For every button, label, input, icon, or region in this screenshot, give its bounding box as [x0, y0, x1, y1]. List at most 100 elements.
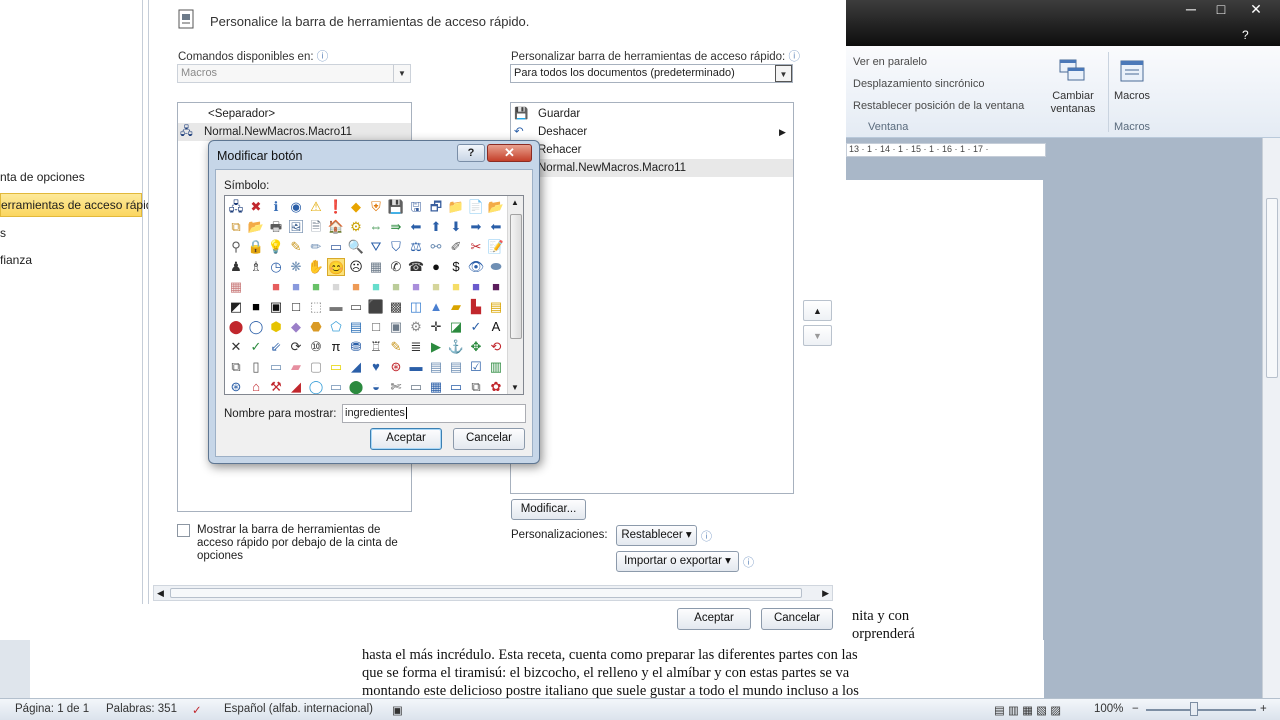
symbol-cell[interactable]: ⚒: [267, 378, 285, 394]
reset-window-position-button[interactable]: Restablecer posición de la ventana: [853, 100, 1024, 112]
symbol-cell[interactable]: π: [327, 338, 345, 356]
language-indicator[interactable]: Español (alfab. internacional): [224, 703, 373, 715]
symbol-cell[interactable]: ▭: [327, 358, 345, 376]
zoom-out-icon[interactable]: −: [1132, 703, 1139, 715]
symbol-cell[interactable]: 💾: [387, 198, 405, 216]
horizontal-scrollbar[interactable]: ◀ ▶: [153, 585, 833, 601]
symbol-cell[interactable]: ⛛: [367, 238, 385, 256]
symbol-cell[interactable]: ☑: [467, 358, 485, 376]
symbol-cell[interactable]: ✏: [307, 238, 325, 256]
symbol-cell[interactable]: ◯: [307, 378, 325, 394]
symbol-cell[interactable]: ⇔: [367, 218, 385, 236]
close-icon[interactable]: ✕: [487, 144, 532, 162]
symbol-grid-scrollbar[interactable]: ▲ ▼: [507, 196, 523, 394]
word-count[interactable]: Palabras: 351: [106, 703, 177, 715]
symbol-cell[interactable]: ⇙: [267, 338, 285, 356]
symbol-cell[interactable]: □: [287, 298, 305, 316]
move-up-button[interactable]: ▲: [803, 300, 832, 321]
symbol-cell[interactable]: ■: [307, 278, 325, 296]
macros-button[interactable]: Macros: [1114, 90, 1150, 102]
symbol-cell[interactable]: ⛃: [347, 338, 365, 356]
symbol-cell[interactable]: ⌂: [247, 378, 265, 394]
symbol-cell[interactable]: ⛨: [367, 198, 385, 216]
zoom-slider[interactable]: [1146, 709, 1256, 711]
symbol-cell[interactable]: ■: [347, 278, 365, 296]
symbol-cell[interactable]: ■: [367, 278, 385, 296]
options-cancel-button[interactable]: Cancelar: [761, 608, 833, 630]
symbol-cell[interactable]: $: [447, 258, 465, 276]
zoom-level[interactable]: 100%: [1094, 703, 1123, 715]
symbol-cell[interactable]: 👁: [467, 258, 485, 276]
symbol-cell[interactable]: ⚠: [307, 198, 325, 216]
symbol-cell[interactable]: ✖: [247, 198, 265, 216]
symbol-cell[interactable]: ▤: [447, 358, 465, 376]
symbol-cell[interactable]: 📂: [247, 218, 265, 236]
symbol-cell[interactable]: ◆: [347, 198, 365, 216]
symbol-cell[interactable]: ♟: [227, 258, 245, 276]
symbol-cell[interactable]: A: [487, 318, 505, 336]
symbol-cell[interactable]: ✿: [487, 378, 505, 394]
symbol-cell[interactable]: □: [247, 278, 265, 296]
symbol-cell[interactable]: ⚙: [347, 218, 365, 236]
symbol-cell[interactable]: ☹: [347, 258, 365, 276]
symbol-cell[interactable]: ▣: [387, 318, 405, 336]
symbol-cell[interactable]: ▭: [267, 358, 285, 376]
symbol-cell[interactable]: ⟳: [287, 338, 305, 356]
symbol-cell[interactable]: ▣: [267, 298, 285, 316]
symbol-cell[interactable]: ⧉: [467, 378, 485, 394]
symbol-cell[interactable]: ▭: [407, 378, 425, 394]
symbol-cell[interactable]: ◯: [247, 318, 265, 336]
symbol-cell[interactable]: 📄: [467, 198, 485, 216]
symbol-cell[interactable]: 💡: [267, 238, 285, 256]
symbol-cell[interactable]: ❋: [287, 258, 305, 276]
symbol-cell[interactable]: ▭: [447, 378, 465, 394]
symbol-cell[interactable]: ▤: [487, 298, 505, 316]
symbol-cell[interactable]: ◷: [267, 258, 285, 276]
symbol-cell[interactable]: ✓: [467, 318, 485, 336]
symbol-cell[interactable]: ⧉: [227, 218, 245, 236]
symbol-cell[interactable]: ▦: [367, 258, 385, 276]
reset-button[interactable]: Restablecer ▾: [616, 525, 697, 546]
symbol-cell[interactable]: ■: [407, 278, 425, 296]
symbol-grid[interactable]: 🖧 ✖ ℹ ◉ ⚠ ❗ ◆ ⛨ 💾 🖫 🗗 📁 📄 📂 ⧉ 📂 🖶 🖼 🗎 🏠 ⚙ ⇔ ⇛ ⬅ ⬆ ⬇ ➡ ⬅ ⚲ 🔒 💡 ✎ ✏ ▭ 🔍 ⛛ ⛉ ⚖ ⚯ ✐…: [224, 195, 524, 395]
show-below-checkbox[interactable]: [177, 524, 190, 537]
display-name-input[interactable]: ingredientes: [342, 404, 526, 423]
symbol-cell[interactable]: ◢: [347, 358, 365, 376]
symbol-cell[interactable]: 😊: [327, 258, 345, 276]
symbol-cell[interactable]: ⚓: [447, 338, 465, 356]
symbol-cell[interactable]: ◒: [367, 378, 385, 394]
symbol-cell[interactable]: 🖶: [267, 218, 285, 236]
symbol-cell[interactable]: 📂: [487, 198, 505, 216]
close-icon[interactable]: ✕: [1236, 0, 1276, 20]
symbol-cell[interactable]: ⬅: [407, 218, 425, 236]
symbol-cell[interactable]: ■: [247, 298, 265, 316]
vertical-scrollbar[interactable]: [1262, 138, 1280, 698]
symbol-cell[interactable]: ☎: [407, 258, 425, 276]
nav-item-ribbon[interactable]: nta de opciones: [0, 166, 142, 188]
symbol-cell[interactable]: 🏠: [327, 218, 345, 236]
move-down-button[interactable]: ▼: [803, 325, 832, 346]
symbol-cell[interactable]: 🔍: [347, 238, 365, 256]
symbol-cell[interactable]: ⧉: [227, 358, 245, 376]
symbol-cell[interactable]: ✎: [287, 238, 305, 256]
symbol-cell[interactable]: ⚙: [407, 318, 425, 336]
symbol-cell[interactable]: ■: [267, 278, 285, 296]
symbol-cell[interactable]: ▬: [327, 298, 345, 316]
toolbar-commands-list[interactable]: 💾 Guardar ↶ Deshacer ▶ ↷ Rehacer Normal.…: [510, 102, 794, 494]
symbol-cell[interactable]: ✐: [447, 238, 465, 256]
list-item[interactable]: 💾 Guardar: [511, 105, 580, 123]
symbol-cell[interactable]: ⬣: [307, 318, 325, 336]
options-ok-button[interactable]: Aceptar: [677, 608, 751, 630]
ribbon-help-icon[interactable]: ?: [1242, 28, 1262, 44]
symbol-cell[interactable]: ▬: [407, 358, 425, 376]
symbol-cell[interactable]: ■: [427, 278, 445, 296]
symbol-cell[interactable]: ⑩: [307, 338, 325, 356]
symbol-cell[interactable]: ⬛: [367, 298, 385, 316]
symbol-cell[interactable]: ✥: [467, 338, 485, 356]
zoom-slider-thumb[interactable]: [1190, 702, 1198, 716]
symbol-cell[interactable]: ✂: [467, 238, 485, 256]
symbol-cell[interactable]: ⬆: [427, 218, 445, 236]
symbol-cell[interactable]: ⛉: [387, 238, 405, 256]
symbol-cell[interactable]: ≣: [407, 338, 425, 356]
list-item[interactable]: <Separador>: [208, 105, 275, 123]
